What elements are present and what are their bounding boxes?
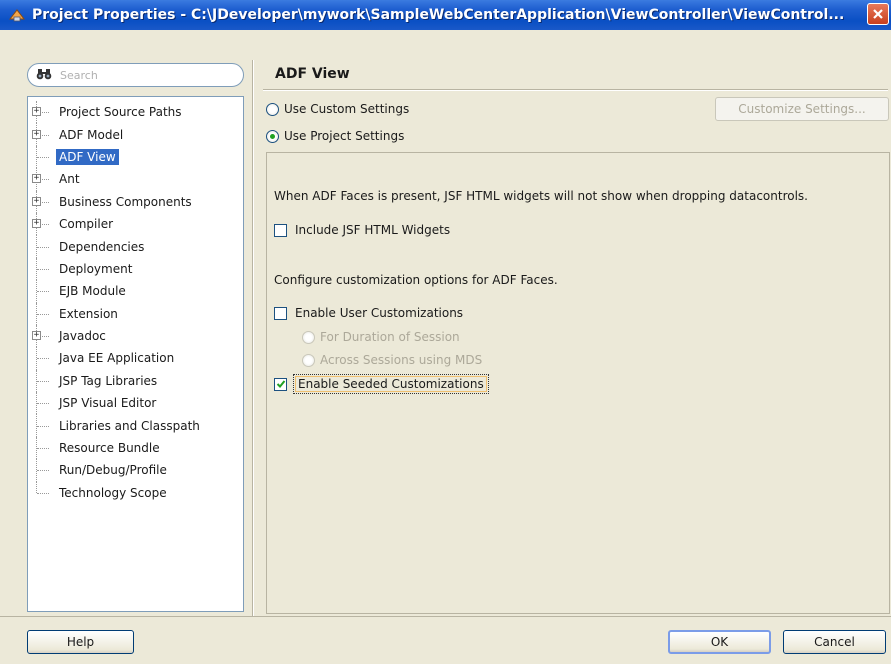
use-custom-settings-radio[interactable]: Use Custom Settings [266,102,409,116]
expand-icon[interactable]: + [32,174,41,184]
tree-item-javadoc[interactable]: + Javadoc [28,324,243,348]
expand-icon[interactable]: + [32,219,41,229]
enable-user-customizations-checkbox[interactable]: Enable User Customizations [274,306,463,320]
across-sessions-mds-radio[interactable]: Across Sessions using MDS [302,353,482,367]
tree-item-label: Extension [59,306,118,321]
for-duration-of-session-label: For Duration of Session [320,330,460,344]
tree-item-label: Business Components [59,194,192,209]
tree-item-adf-model[interactable]: + ADF Model [28,123,243,146]
category-tree[interactable]: + Project Source Paths + ADF Model ADF V… [27,96,244,612]
close-icon [873,9,883,19]
tree-item-resource-bundle[interactable]: Resource Bundle [28,436,243,460]
checkbox-unchecked-icon [274,223,287,237]
radio-icon [266,102,279,116]
tree-item-label: Ant [59,172,80,187]
tree-item-dependencies[interactable]: Dependencies [28,235,243,258]
checkbox-checked-icon [274,377,287,391]
checkmark-icon [276,380,285,388]
tree-item-ejb-module[interactable]: EJB Module [28,280,243,303]
tree-item-project-source-paths[interactable]: + Project Source Paths [28,101,243,124]
use-project-settings-label: Use Project Settings [284,129,405,143]
search-box[interactable] [27,63,244,87]
panel-divider[interactable] [252,60,254,616]
tree-item-ant[interactable]: + Ant [28,168,243,191]
tree-item-label: EJB Module [59,284,126,299]
expand-icon[interactable]: + [32,129,41,139]
radio-icon [302,330,315,344]
include-jsf-widgets-checkbox[interactable]: Include JSF HTML Widgets [274,223,450,237]
close-button[interactable] [867,3,889,25]
enable-seeded-customizations-checkbox[interactable]: Enable Seeded Customizations [274,374,489,394]
binoculars-icon [36,68,52,83]
project-properties-dialog: Project Properties - C:\JDeveloper\mywor… [0,0,891,664]
search-input[interactable] [58,67,228,83]
use-project-settings-radio[interactable]: Use Project Settings [266,129,404,143]
tree-item-label: Run/Debug/Profile [59,463,167,478]
window-title: Project Properties - C:\JDeveloper\mywor… [32,7,845,23]
checkbox-unchecked-icon [274,306,287,320]
tree-item-label: JSP Tag Libraries [59,373,158,388]
tree-item-label: Javadoc [59,329,106,344]
jdeveloper-app-icon [6,4,28,26]
across-sessions-mds-label: Across Sessions using MDS [320,353,483,367]
tree-item-label: Resource Bundle [59,441,160,456]
ok-button[interactable]: OK [668,630,771,654]
tree-item-run-debug-profile[interactable]: Run/Debug/Profile [28,459,243,482]
include-jsf-widgets-label: Include JSF HTML Widgets [295,223,451,237]
expand-icon[interactable]: + [32,331,41,341]
title-bar[interactable]: Project Properties - C:\JDeveloper\mywor… [0,0,891,30]
cancel-button[interactable]: Cancel [783,630,886,654]
tree-item-label: Dependencies [59,239,145,254]
tree-item-label: Libraries and Classpath [59,418,200,433]
tree-item-label: ADF View [56,148,119,165]
expand-icon[interactable]: + [32,196,41,206]
tree-item-technology-scope[interactable]: Technology Scope [28,481,243,504]
expand-icon[interactable]: + [32,107,41,117]
configure-note: Configure customization options for ADF … [274,273,558,287]
tree-item-label: ADF Model [59,127,124,142]
tree-item-jsp-tag-libraries[interactable]: JSP Tag Libraries [28,369,243,393]
tree-item-deployment[interactable]: Deployment [28,257,243,281]
tree-item-label: Technology Scope [59,485,167,500]
help-button[interactable]: Help [27,630,134,654]
tree-item-compiler[interactable]: + Compiler [28,212,243,236]
tree-item-libraries-and-classpath[interactable]: Libraries and Classpath [28,414,243,437]
tree-item-jsp-visual-editor[interactable]: JSP Visual Editor [28,392,243,415]
enable-user-customizations-label: Enable User Customizations [295,306,464,320]
radio-checked-icon [266,129,279,143]
tree-item-adf-view[interactable]: ADF View [28,145,243,169]
tree-item-label: JSP Visual Editor [59,396,157,411]
radio-icon [302,353,315,367]
use-custom-settings-label: Use Custom Settings [284,102,410,116]
tree-item-business-components[interactable]: + Business Components [28,190,243,213]
tree-item-extension[interactable]: Extension [28,302,243,325]
customize-settings-button[interactable]: Customize Settings... [715,97,889,121]
for-duration-of-session-radio[interactable]: For Duration of Session [302,330,460,344]
tree-item-label: Java EE Application [59,351,175,366]
adf-faces-note: When ADF Faces is present, JSF HTML widg… [274,189,808,203]
tree-item-java-ee-application[interactable]: Java EE Application [28,347,243,370]
page-title: ADF View [275,66,350,82]
footer-separator [0,616,891,617]
enable-seeded-customizations-label: Enable Seeded Customizations [293,374,489,394]
tree-item-label: Project Source Paths [59,105,182,120]
tree-item-label: Deployment [59,261,133,276]
title-separator [263,89,888,91]
tree-item-label: Compiler [59,217,114,232]
